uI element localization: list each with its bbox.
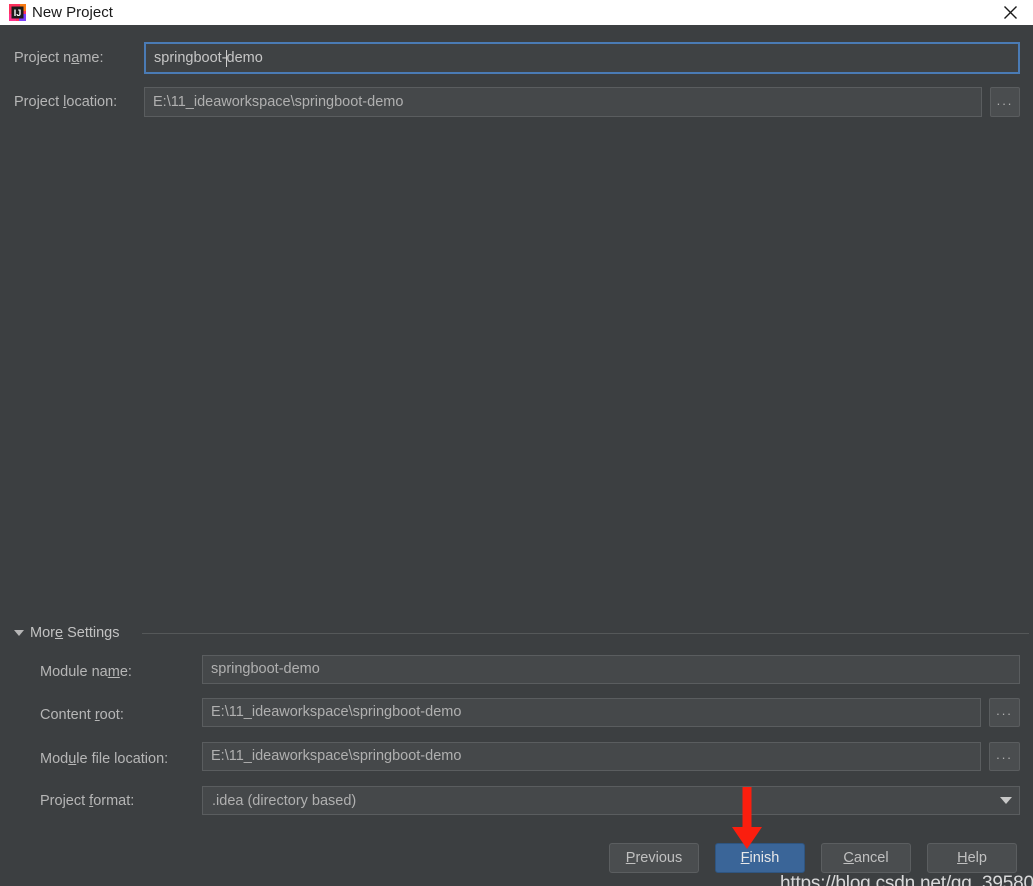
section-divider bbox=[142, 633, 1029, 634]
svg-text:IJ: IJ bbox=[14, 8, 22, 18]
window-title: New Project bbox=[32, 4, 113, 21]
intellij-idea-icon: IJ bbox=[9, 4, 26, 21]
cancel-button[interactable]: Cancel bbox=[821, 843, 911, 873]
module-name-input[interactable]: springboot-demo bbox=[202, 655, 1020, 684]
finish-button[interactable]: Finish bbox=[715, 843, 805, 873]
more-settings-label: More Settings bbox=[30, 625, 120, 641]
title-bar: IJ New Project bbox=[0, 0, 1033, 25]
project-name-input[interactable]: springboot-demo bbox=[144, 42, 1020, 74]
help-button[interactable]: Help bbox=[927, 843, 1017, 873]
ellipsis-icon: ... bbox=[996, 747, 1013, 762]
watermark-text: https://blog.csdn.net/qq_39580821 bbox=[780, 873, 1033, 886]
new-project-dialog: IJ New Project Project name: springboot-… bbox=[0, 0, 1033, 886]
close-icon[interactable] bbox=[987, 0, 1033, 25]
content-root-browse-button[interactable]: ... bbox=[989, 698, 1020, 727]
module-file-location-value: E:\11_ideaworkspace\springboot-demo bbox=[211, 748, 462, 765]
ellipsis-icon: ... bbox=[996, 703, 1013, 718]
project-name-value-tail: demo bbox=[226, 49, 263, 66]
module-name-label: Module name: bbox=[40, 664, 132, 680]
module-name-value: springboot-demo bbox=[211, 661, 320, 678]
more-settings-toggle[interactable]: More Settings bbox=[14, 621, 119, 645]
project-location-value: E:\11_ideaworkspace\springboot-demo bbox=[153, 93, 404, 110]
dialog-body: Project name: springboot-demo Project lo… bbox=[0, 25, 1033, 886]
project-location-browse-button[interactable]: ... bbox=[990, 87, 1020, 117]
module-file-location-label: Module file location: bbox=[40, 751, 169, 767]
content-root-value: E:\11_ideaworkspace\springboot-demo bbox=[211, 704, 462, 721]
project-location-label: Project location: bbox=[14, 94, 118, 110]
ellipsis-icon: ... bbox=[996, 92, 1014, 108]
chevron-down-icon[interactable] bbox=[993, 797, 1019, 804]
content-root-label: Content root: bbox=[40, 707, 124, 723]
project-format-value: .idea (directory based) bbox=[212, 792, 357, 809]
content-root-input[interactable]: E:\11_ideaworkspace\springboot-demo bbox=[202, 698, 981, 727]
triangle-down-icon bbox=[14, 630, 24, 636]
project-location-input[interactable]: E:\11_ideaworkspace\springboot-demo bbox=[144, 87, 982, 117]
module-file-location-browse-button[interactable]: ... bbox=[989, 742, 1020, 771]
more-settings-section-header: More Settings bbox=[0, 621, 1033, 645]
module-file-location-input[interactable]: E:\11_ideaworkspace\springboot-demo bbox=[202, 742, 981, 771]
previous-button[interactable]: Previous bbox=[609, 843, 699, 873]
project-name-value-head: springboot- bbox=[154, 49, 227, 66]
project-format-label: Project format: bbox=[40, 793, 135, 809]
project-name-label: Project name: bbox=[14, 50, 104, 66]
project-format-dropdown[interactable]: .idea (directory based) bbox=[202, 786, 1020, 815]
